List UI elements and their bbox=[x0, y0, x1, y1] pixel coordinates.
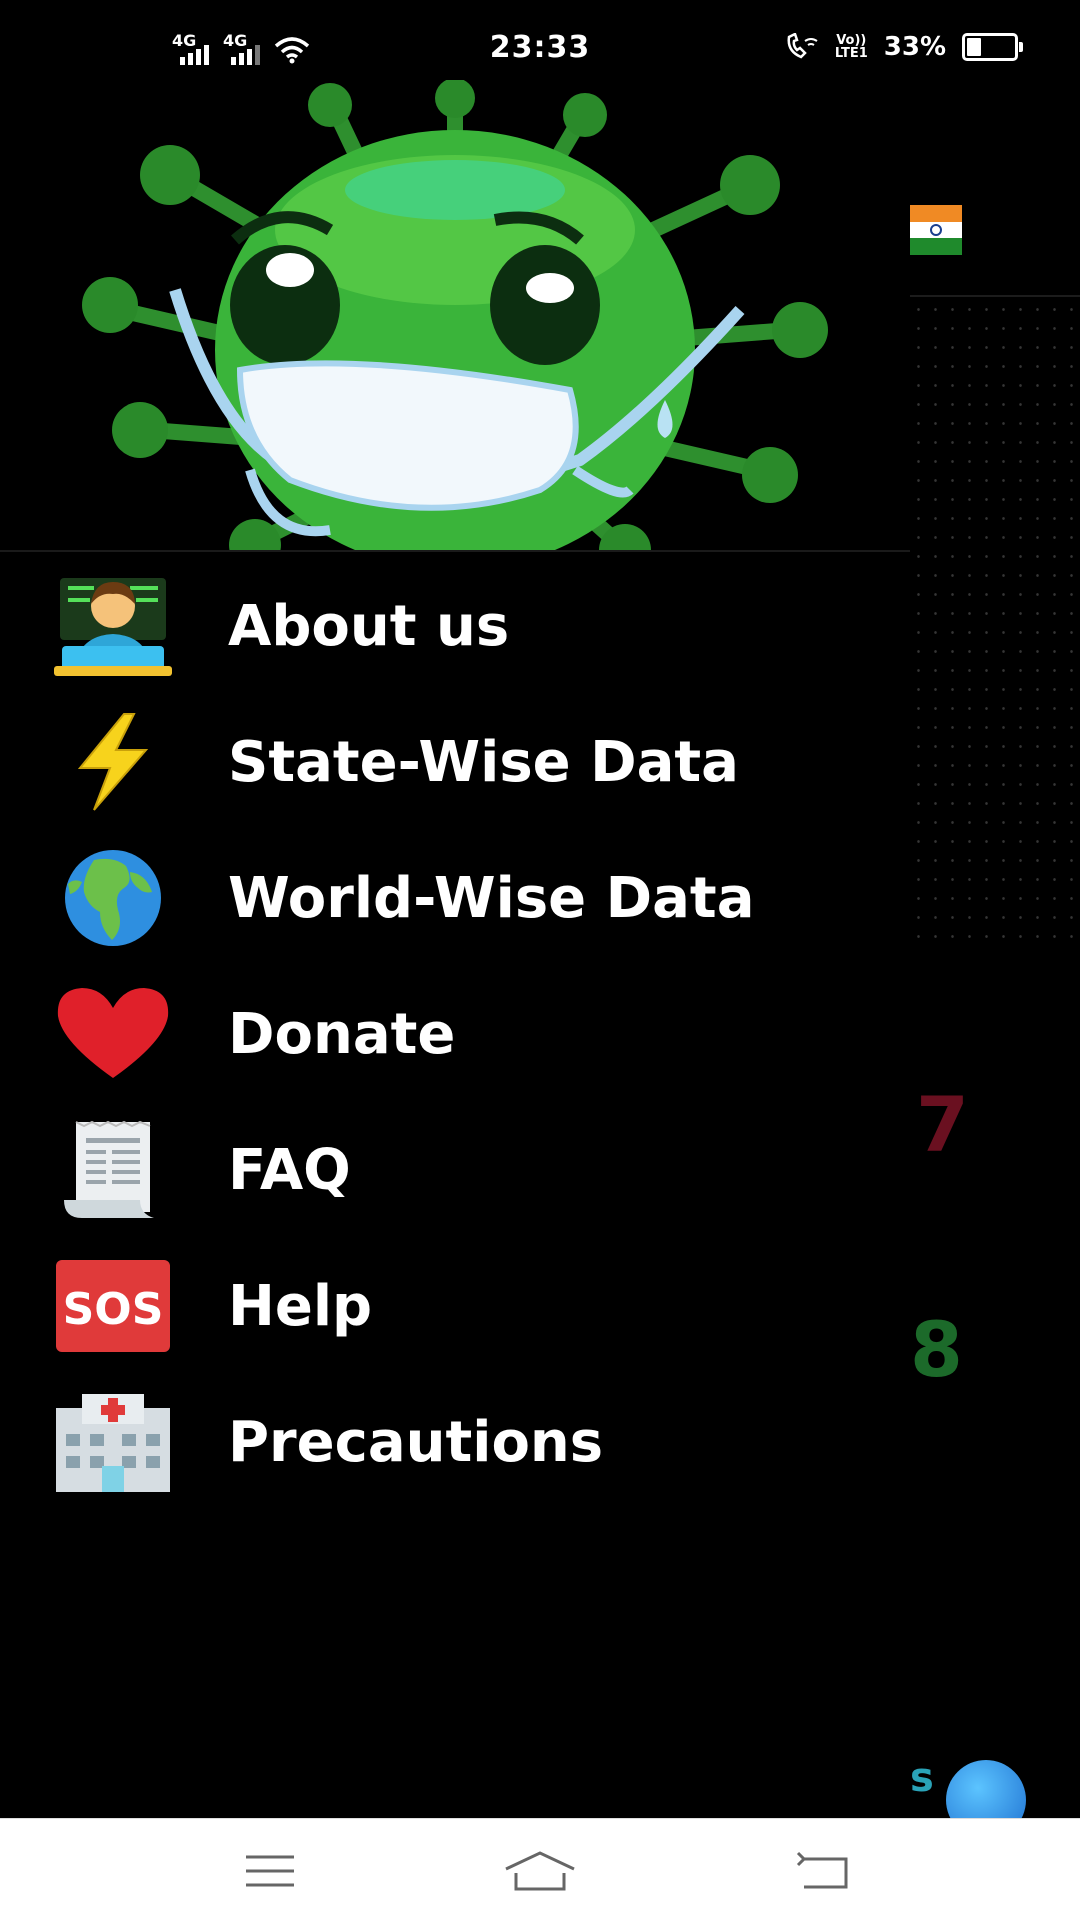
header-divider bbox=[0, 550, 910, 552]
virus-mascot-icon bbox=[82, 80, 828, 550]
globe-icon bbox=[54, 848, 172, 948]
starfield-background bbox=[910, 300, 1080, 940]
menu-item-world-wise-data[interactable]: World-Wise Data bbox=[0, 830, 910, 966]
menu-label: Donate bbox=[228, 1001, 456, 1067]
menu-item-precautions[interactable]: Precautions bbox=[0, 1374, 910, 1510]
battery-icon bbox=[962, 33, 1023, 61]
back-icon bbox=[796, 1851, 848, 1889]
menu-item-state-wise-data[interactable]: State-Wise Data bbox=[0, 694, 910, 830]
menu-label: Help bbox=[228, 1273, 373, 1339]
navigation-drawer: About us State-Wise Data World-Wise Data… bbox=[0, 80, 910, 1818]
menu-label: World-Wise Data bbox=[228, 865, 755, 931]
volte-line2: LTE1 bbox=[834, 46, 868, 61]
drawer-menu: About us State-Wise Data World-Wise Data… bbox=[0, 558, 910, 1510]
text-fragment: s bbox=[910, 1755, 934, 1801]
stat-number: 8 bbox=[910, 1305, 963, 1394]
menu-item-faq[interactable]: FAQ bbox=[0, 1102, 910, 1238]
receipt-icon bbox=[54, 1120, 172, 1220]
battery-percent: 33% bbox=[883, 32, 946, 62]
india-flag-icon bbox=[910, 205, 962, 255]
drawer-header-image bbox=[0, 80, 910, 550]
menu-item-about-us[interactable]: About us bbox=[0, 558, 910, 694]
stat-number: 7 bbox=[916, 1080, 969, 1169]
svg-text:SOS: SOS bbox=[63, 1284, 164, 1335]
heart-icon bbox=[54, 984, 172, 1084]
wifi-calling-icon bbox=[787, 33, 818, 59]
lightning-icon bbox=[54, 712, 172, 812]
home-icon bbox=[505, 1851, 575, 1891]
hamburger-icon bbox=[246, 1855, 294, 1887]
divider bbox=[910, 295, 1080, 297]
menu-label: FAQ bbox=[228, 1137, 351, 1203]
system-nav-bar bbox=[0, 1818, 1080, 1921]
menu-item-help[interactable]: SOS Help bbox=[0, 1238, 910, 1374]
menu-button[interactable] bbox=[230, 1841, 310, 1901]
menu-label: State-Wise Data bbox=[228, 729, 739, 795]
menu-item-donate[interactable]: Donate bbox=[0, 966, 910, 1102]
hospital-icon bbox=[54, 1392, 172, 1492]
back-button[interactable] bbox=[784, 1841, 864, 1901]
sos-icon: SOS bbox=[54, 1256, 172, 1356]
menu-label: About us bbox=[228, 593, 510, 659]
status-right: Vo)) LTE1 33% bbox=[785, 32, 1023, 62]
menu-label: Precautions bbox=[228, 1409, 604, 1475]
background-screen: 7 8 s bbox=[910, 80, 1080, 1840]
technologist-icon bbox=[54, 576, 172, 676]
status-bar: 4G 4G 23:33 Vo)) LTE1 33% bbox=[0, 0, 1080, 80]
volte-icon: Vo)) LTE1 bbox=[835, 34, 868, 60]
home-button[interactable] bbox=[500, 1841, 580, 1901]
